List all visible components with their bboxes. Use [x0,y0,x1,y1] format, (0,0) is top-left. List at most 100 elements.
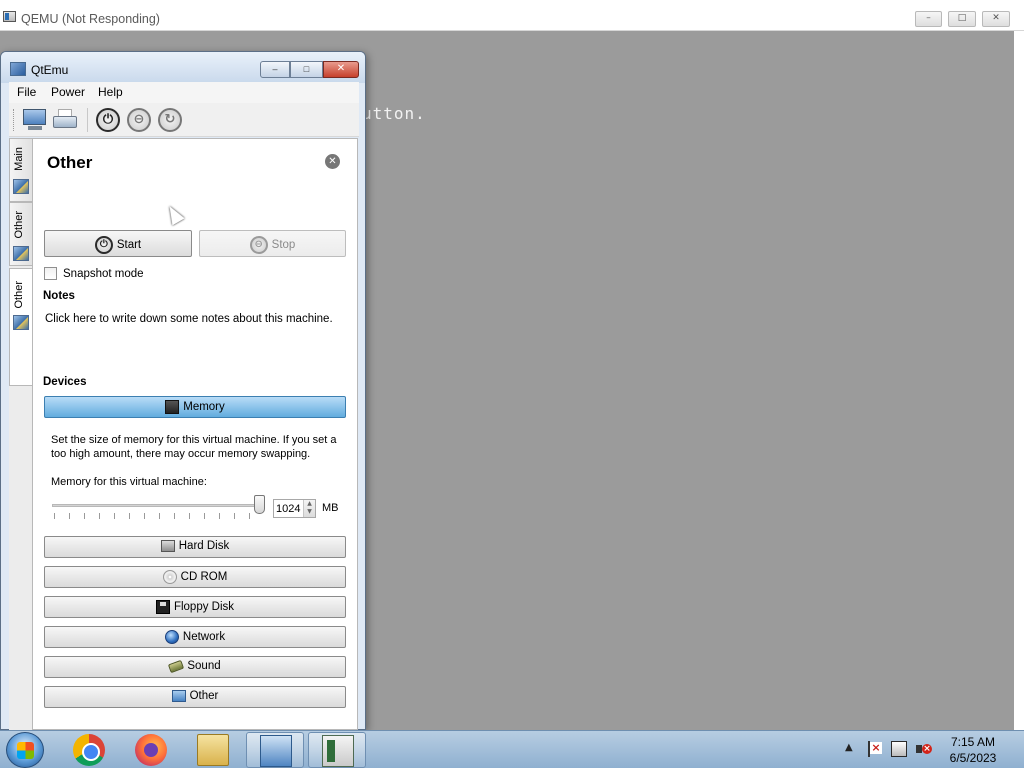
stop-button-content: ⊖ Stop [200,236,345,254]
spin-down-icon[interactable]: ▼ [304,508,315,516]
monitor-screen [23,109,46,125]
hard-disk-icon [160,540,175,552]
toolbar: ⏻ ⊖ ↻ [9,103,359,137]
memory-slider-ticks [54,513,264,519]
printer-icon[interactable] [52,107,78,133]
qemu-maximize-button[interactable]: □ [948,11,976,27]
tab-other-2-label: Other [13,281,25,309]
device-network-content: Network [45,630,345,644]
qemu-close-button[interactable]: ✕ [982,11,1010,27]
device-hard-disk-button[interactable]: Hard Disk [44,536,346,558]
floppy-disk-icon [155,600,170,614]
menu-power[interactable]: Power [51,85,85,99]
tray-overflow-chevron-icon[interactable]: ▲ [845,742,853,753]
memory-spin-arrows[interactable]: ▲ ▼ [303,500,315,517]
qtemu-maximize-button[interactable]: □ [290,61,323,78]
menu-file[interactable]: File [17,85,36,99]
power-icon: ⏻ [94,236,113,254]
clock-date: 6/5/2023 [949,751,997,765]
device-sound-content: Sound [45,659,345,673]
system-clock[interactable]: 7:15 AM 6/5/2023 [935,734,1011,766]
device-memory-label: Memory [183,401,225,413]
device-network-label: Network [182,631,226,643]
start-button-orb[interactable] [6,732,44,768]
power-restart-icon[interactable]: ↻ [158,108,182,132]
snapshot-mode-label[interactable]: Snapshot mode [63,268,144,280]
device-sound-label: Sound [187,660,221,672]
windows-logo-icon [17,742,34,759]
notes-heading: Notes [43,290,75,302]
menu-help[interactable]: Help [98,85,123,99]
qemu-window-title: QEMU (Not Responding) [21,12,160,26]
stop-button-label: Stop [271,239,296,251]
device-floppy-label: Floppy Disk [173,601,235,613]
spin-up-icon[interactable]: ▲ [304,500,315,508]
panel-title: Other [47,153,93,172]
qtemu-window-title: QtEmu [31,63,69,77]
qtemu-close-button[interactable]: ✕ [323,61,359,78]
notes-field[interactable]: Click here to write down some notes abou… [45,313,333,325]
power-start-icon[interactable]: ⏻ [96,108,120,132]
stop-button[interactable]: ⊖ Stop [199,230,346,257]
qemu-console-text: utton. [362,104,426,123]
stop-icon: ⊖ [249,236,268,254]
vm-icon [13,179,29,194]
snapshot-mode-row[interactable]: Snapshot mode [44,267,144,280]
memory-slider-track[interactable] [52,504,265,507]
monitor-base [28,126,42,130]
memory-unit: MB [322,502,339,514]
cdrom-icon [162,570,177,584]
taskbar-firefox[interactable] [122,732,180,768]
device-floppy-button[interactable]: Floppy Disk [44,596,346,618]
tab-other-1[interactable]: Other [9,202,33,266]
tab-main-label: Main [13,147,25,171]
memory-value[interactable]: 1024 [276,503,300,515]
tab-main[interactable]: Main [9,138,33,202]
vm-icon [13,246,29,261]
snapshot-mode-checkbox[interactable] [44,267,57,280]
device-hard-disk-content: Hard Disk [45,540,345,552]
qemu-scrollbar[interactable] [1014,31,1024,730]
sound-card-icon [168,659,185,673]
firefox-icon [135,734,167,766]
taskbar-chrome[interactable] [60,732,118,768]
menu-bar: File Power Help [9,82,359,103]
printer-body [53,116,77,128]
monitor-icon[interactable] [22,107,48,133]
device-floppy-content: Floppy Disk [45,600,345,614]
volume-muted-icon[interactable] [915,741,932,757]
action-center-flag-icon[interactable] [866,741,882,757]
device-other-button[interactable]: Other [44,686,346,708]
device-sound-button[interactable]: Sound [44,656,346,678]
machine-panel: Other ✕ ⏻ Start ⊖ Stop Snapshot mode Not… [32,138,358,730]
devices-heading: Devices [43,376,87,388]
qtemu-icon [260,735,292,767]
start-button-content: ⏻ Start [45,236,191,254]
qemu-icon [322,735,354,767]
taskbar-qemu[interactable] [308,732,366,768]
network-globe-icon [164,630,179,644]
toolbar-separator [87,108,88,132]
file-explorer-icon [197,734,229,766]
start-button[interactable]: ⏻ Start [44,230,192,257]
qtemu-titlebar[interactable]: QtEmu – □ ✕ [1,52,365,83]
start-button-label: Start [116,239,142,251]
toolbar-grip[interactable] [13,109,15,131]
memory-label: Memory for this virtual machine: [51,476,207,488]
device-memory-button[interactable]: Memory [44,396,346,418]
close-tab-icon[interactable]: ✕ [325,154,340,169]
taskbar-qtemu[interactable] [246,732,304,768]
taskbar-file-explorer[interactable] [184,732,242,768]
qemu-minimize-button[interactable]: – [915,11,942,27]
network-status-icon[interactable] [891,741,907,757]
qtemu-minimize-button[interactable]: – [260,61,290,78]
device-network-button[interactable]: Network [44,626,346,648]
taskbar: ▲ 7:15 AM 6/5/2023 [0,730,1024,768]
memory-slider-handle[interactable] [254,495,265,514]
qtemu-window: QtEmu – □ ✕ File Power Help ⏻ ⊖ ↻ Main O… [0,51,366,730]
memory-spinbox[interactable]: 1024 ▲ ▼ [273,499,316,518]
power-stop-icon[interactable]: ⊖ [127,108,151,132]
tab-other-2[interactable]: Other [9,268,33,386]
device-cdrom-button[interactable]: CD ROM [44,566,346,588]
qemu-titlebar[interactable]: QEMU (Not Responding) – □ ✕ [0,0,1024,31]
